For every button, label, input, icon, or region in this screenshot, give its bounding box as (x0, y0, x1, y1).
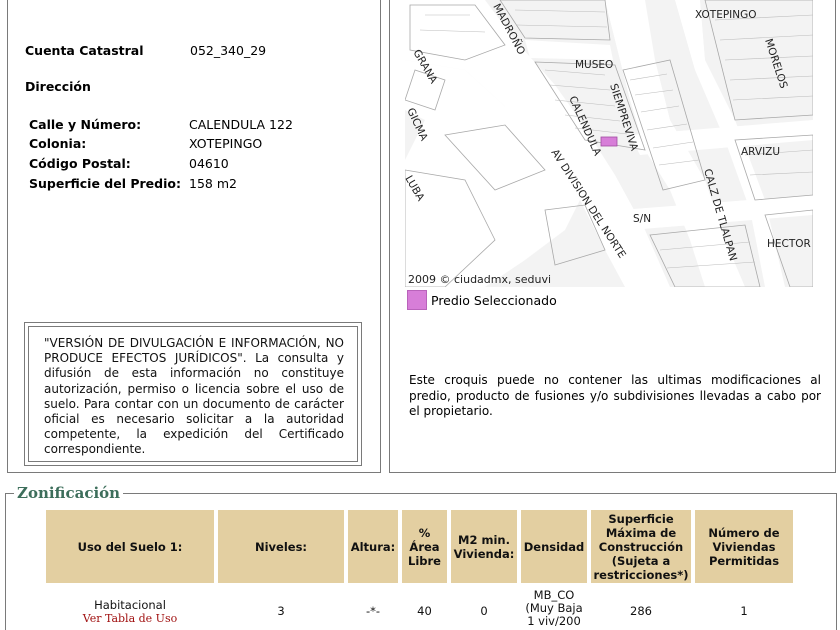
calle-label: Calle y Número: (29, 117, 142, 132)
zonificacion-title: Zonificación (14, 484, 124, 502)
map-label-xotepingo: XOTEPINGO (695, 9, 757, 21)
cell-densidad: MB_CO (Muy Baja 1 viv/200 (525, 588, 583, 628)
header-altura: Altura: (348, 510, 398, 583)
location-map[interactable]: MADROÑO XOTEPINGO MORELOS GRANA MUSEO SI… (405, 0, 813, 287)
header-superficie-maxima: Superficie Máxima de Construcción (Sujet… (591, 510, 691, 583)
cuenta-catastral-label: Cuenta Catastral (25, 43, 144, 58)
map-note: Este croquis puede no contener las ultim… (409, 373, 821, 418)
table-header-row: Uso del Suelo 1: Niveles: Altura: % Área… (46, 510, 793, 583)
header-uso-suelo: Uso del Suelo 1: (46, 510, 214, 583)
selected-parcel-marker (600, 136, 618, 147)
disclaimer-box: "VERSIÓN DE DIVULGACIÓN E INFORMACIÓN, N… (24, 322, 362, 466)
cell-viviendas: 1 (740, 604, 748, 618)
table-row: Habitacional Ver Tabla de Uso 3 -*- 40 0… (46, 583, 793, 628)
direccion-heading: Dirección (25, 79, 91, 94)
header-m2-min-vivienda: M2 min. Vivienda: (451, 510, 517, 583)
codigo-postal-label: Código Postal: (29, 156, 131, 171)
map-label-arvizu: ARVIZU (741, 146, 780, 158)
cell-superficie: 286 (630, 604, 652, 618)
colonia-value: XOTEPINGO (189, 136, 263, 151)
cell-niveles: 3 (277, 604, 285, 618)
disclaimer-text: "VERSIÓN DE DIVULGACIÓN E INFORMACIÓN, N… (28, 326, 358, 462)
cell-area-libre: 40 (417, 604, 432, 618)
superficie-value: 158 m2 (189, 176, 237, 191)
header-area-libre: % Área Libre (402, 510, 447, 583)
map-label-hector: HECTOR (767, 238, 811, 250)
superficie-label: Superficie del Predio: (29, 176, 181, 191)
header-numero-viviendas: Número de Viviendas Permitidas (695, 510, 793, 583)
header-niveles: Niveles: (218, 510, 344, 583)
zonificacion-table: Uso del Suelo 1: Niveles: Altura: % Área… (42, 510, 797, 628)
calle-value: CALENDULA 122 (189, 117, 293, 132)
cell-m2-min: 0 (480, 604, 488, 618)
cell-uso: Habitacional Ver Tabla de Uso (46, 583, 214, 628)
cuenta-catastral-value: 052_340_29 (190, 43, 267, 58)
legend-swatch (407, 290, 427, 310)
map-label-museo: MUSEO (575, 59, 613, 71)
map-label-sn: S/N (633, 213, 651, 225)
header-densidad: Densidad (521, 510, 587, 583)
legend-label: Predio Seleccionado (431, 293, 557, 308)
colonia-label: Colonia: (29, 136, 87, 151)
ver-tabla-de-uso-link[interactable]: Ver Tabla de Uso (46, 612, 214, 625)
cell-altura: -*- (365, 604, 381, 618)
map-attribution: 2009 © ciudadmx, seduvi (408, 273, 551, 286)
uso-value: Habitacional (94, 598, 166, 612)
codigo-postal-value: 04610 (189, 156, 229, 171)
